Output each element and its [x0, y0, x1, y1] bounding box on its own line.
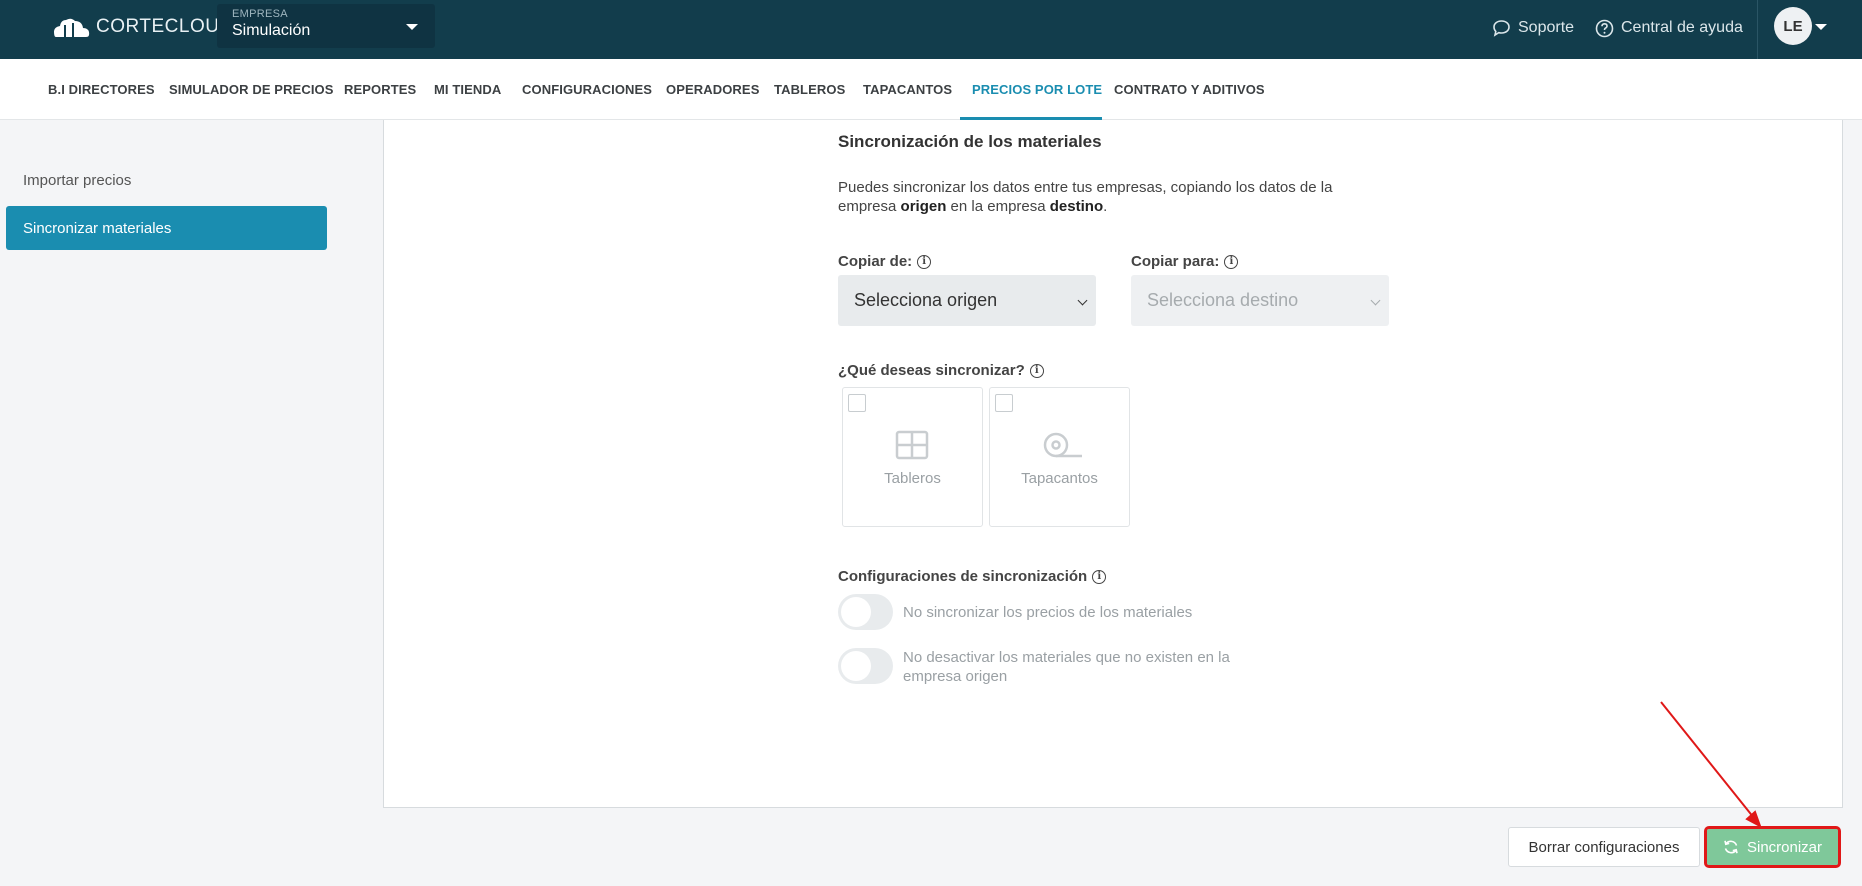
- sync-config-label: Configuraciones de sincronización i: [838, 568, 1107, 585]
- tapacantos-checkbox[interactable]: [995, 394, 1013, 412]
- description: Puedes sincronizar los datos entre tus e…: [838, 178, 1358, 216]
- main-nav: B.I DIRECTORES SIMULADOR DE PRECIOS REPO…: [0, 59, 1862, 120]
- cloud-logo-icon: [54, 18, 90, 37]
- chevron-down-icon: [1370, 295, 1381, 306]
- no-sync-prices-toggle[interactable]: [838, 594, 893, 630]
- tableros-checkbox[interactable]: [848, 394, 866, 412]
- sidebar-item-label: Sincronizar materiales: [23, 219, 172, 237]
- sync-icon: [1724, 840, 1738, 854]
- copy-to-select[interactable]: Selecciona destino: [1131, 275, 1389, 326]
- logo[interactable]: CORTECLOUD: [52, 14, 234, 40]
- nav-bi-directores[interactable]: B.I DIRECTORES: [48, 59, 155, 120]
- company-selector[interactable]: EMPRESA Simulación: [217, 4, 435, 48]
- chevron-down-icon: [406, 24, 418, 30]
- description-text: .: [1103, 198, 1108, 215]
- board-grid-icon: [895, 430, 929, 460]
- info-icon[interactable]: i: [1092, 569, 1107, 584]
- nav-reportes[interactable]: REPORTES: [344, 59, 416, 120]
- sync-option-tableros[interactable]: Tableros: [842, 387, 983, 527]
- description-destination: destino: [1049, 198, 1104, 215]
- copy-from-label: Copiar de: i: [838, 253, 932, 270]
- support-label: Soporte: [1518, 19, 1575, 36]
- sync-option-tapacantos[interactable]: Tapacantos: [989, 387, 1130, 527]
- no-deactivate-materials-label: No desactivar los materiales que no exis…: [903, 649, 1230, 685]
- nav-simulador-de-precios[interactable]: SIMULADOR DE PRECIOS: [169, 59, 334, 120]
- info-icon[interactable]: i: [917, 254, 932, 269]
- what-to-sync-label-text: ¿Qué deseas sincronizar?: [838, 362, 1025, 379]
- chevron-down-icon[interactable]: [1815, 24, 1827, 30]
- no-sync-prices-label: No sincronizar los precios de los materi…: [903, 604, 1193, 621]
- nav-contrato-y-aditivos[interactable]: CONTRATO Y ADITIVOS: [1114, 59, 1265, 120]
- company-value: Simulación: [232, 22, 311, 39]
- tapacantos-label: Tapacantos: [1021, 470, 1098, 487]
- description-origin: origen: [900, 198, 947, 215]
- help-center-label: Central de ayuda: [1621, 19, 1743, 36]
- what-to-sync-label: ¿Qué deseas sincronizar? i: [838, 362, 1044, 379]
- sidebar-item-importar-precios[interactable]: Importar precios: [6, 158, 327, 202]
- support-link[interactable]: Soporte: [1492, 16, 1574, 40]
- toggle-knob: [841, 651, 871, 681]
- copy-from-select[interactable]: Selecciona origen: [838, 275, 1096, 326]
- toggle-row-prices: No sincronizar los precios de los materi…: [838, 594, 1233, 630]
- avatar[interactable]: LE: [1774, 7, 1812, 45]
- tableros-label: Tableros: [884, 470, 941, 487]
- clear-settings-button[interactable]: Borrar configuraciones: [1508, 827, 1700, 867]
- edge-tape-roll-icon: [1043, 432, 1082, 458]
- toggle-knob: [841, 597, 871, 627]
- company-label: EMPRESA: [232, 8, 288, 20]
- chevron-down-icon: [1077, 295, 1088, 306]
- sidebar-item-label: Importar precios: [23, 171, 132, 189]
- chat-bubble-icon: [1493, 20, 1510, 37]
- logo-text: CORTECLOUD: [96, 16, 234, 37]
- toggle-row-deactivate: No desactivar los materiales que no exis…: [838, 648, 1233, 686]
- sync-config-label-text: Configuraciones de sincronización: [838, 568, 1088, 585]
- sidebar-item-sincronizar-materiales[interactable]: Sincronizar materiales: [6, 206, 327, 250]
- top-bar: CORTECLOUD EMPRESA Simulación Soporte Ce…: [0, 0, 1862, 59]
- info-icon[interactable]: i: [1224, 254, 1239, 269]
- info-icon[interactable]: i: [1029, 363, 1044, 378]
- nav-operadores[interactable]: OPERADORES: [666, 59, 759, 120]
- copy-from-value: Selecciona origen: [854, 290, 998, 310]
- sync-button[interactable]: Sincronizar: [1704, 826, 1841, 868]
- nav-mi-tienda[interactable]: MI TIENDA: [434, 59, 501, 120]
- copy-to-value: Selecciona destino: [1147, 290, 1299, 310]
- sync-button-label: Sincronizar: [1746, 838, 1823, 856]
- copy-to-label: Copiar para: i: [1131, 253, 1239, 270]
- header-divider: [1757, 0, 1758, 59]
- nav-tapacantos[interactable]: TAPACANTOS: [863, 59, 952, 120]
- description-text: en la empresa: [946, 198, 1050, 215]
- nav-precios-por-lote[interactable]: PRECIOS POR LOTE: [972, 59, 1102, 120]
- nav-tableros[interactable]: TABLEROS: [774, 59, 845, 120]
- copy-from-label-text: Copiar de:: [838, 253, 913, 270]
- page-title: Sincronización de los materiales: [838, 132, 1102, 151]
- copy-to-label-text: Copiar para:: [1131, 253, 1220, 270]
- help-center-link[interactable]: Central de ayuda: [1595, 16, 1743, 40]
- no-deactivate-materials-toggle[interactable]: [838, 648, 893, 684]
- nav-configuraciones[interactable]: CONFIGURACIONES: [522, 59, 652, 120]
- question-circle-icon: [1595, 19, 1614, 37]
